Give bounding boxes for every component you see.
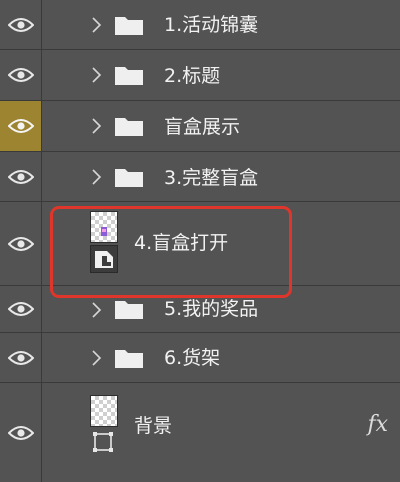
layer-name: 2.标题 — [164, 65, 221, 87]
layer-row-4[interactable]: 3.完整盲盒 — [0, 152, 400, 202]
eye-icon[interactable] — [0, 152, 42, 201]
folder-icon — [115, 118, 143, 136]
eye-icon[interactable] — [0, 50, 42, 100]
layer-name: 背景 — [134, 415, 173, 437]
eye-icon[interactable] — [0, 0, 42, 49]
layer-row-8[interactable]: 背景 fx — [0, 383, 400, 482]
chevron-right-icon[interactable] — [90, 118, 102, 134]
layers-panel: 1.活动锦囊 2.标题 盲盒展示 3.完整盲盒 4.盲盒打开 5.我的奖品 6.… — [0, 0, 400, 482]
vector-mask-icon — [90, 429, 118, 457]
layer-row-2[interactable]: 2.标题 — [0, 50, 400, 101]
layer-name: 5.我的奖品 — [164, 298, 259, 320]
fx-icon[interactable]: fx — [367, 412, 388, 437]
chevron-right-icon[interactable] — [90, 350, 102, 366]
layer-name: 盲盒展示 — [164, 116, 241, 138]
folder-icon — [115, 301, 143, 319]
eye-icon[interactable] — [0, 286, 42, 332]
layer-row-1[interactable]: 1.活动锦囊 — [0, 0, 400, 50]
highlight-annotation — [50, 206, 292, 298]
layer-name: 3.完整盲盒 — [164, 167, 259, 189]
layer-row-7[interactable]: 6.货架 — [0, 333, 400, 383]
layer-row-3[interactable]: 盲盒展示 — [0, 101, 400, 152]
transparency-thumbnail — [90, 395, 118, 427]
layer-name: 6.货架 — [164, 347, 221, 369]
chevron-right-icon[interactable] — [90, 17, 102, 33]
chevron-right-icon[interactable] — [90, 67, 102, 83]
folder-icon — [115, 350, 143, 368]
layer-name: 1.活动锦囊 — [164, 14, 259, 36]
eye-icon[interactable] — [0, 202, 42, 285]
eye-icon[interactable] — [0, 383, 42, 482]
eye-icon[interactable] — [0, 333, 42, 382]
layer-thumbnail[interactable] — [90, 395, 118, 457]
folder-icon — [115, 169, 143, 187]
chevron-right-icon[interactable] — [90, 302, 102, 318]
eye-icon[interactable] — [0, 101, 42, 151]
folder-icon — [115, 17, 143, 35]
chevron-right-icon[interactable] — [90, 169, 102, 185]
folder-icon — [115, 67, 143, 85]
